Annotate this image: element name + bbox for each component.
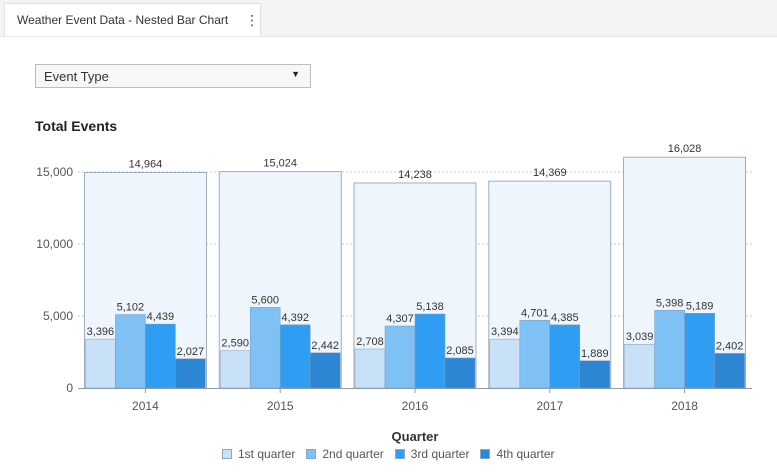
total-data-label: 14,964 [129,159,163,171]
quarter-bar [354,348,386,389]
legend-swatch-q4 [480,449,491,459]
chart-legend: 1st quarter 2nd quarter 3rd quarter 4th … [222,447,566,461]
quarter-bar [249,307,281,389]
nested-bar-chart: 0 5,000 10,000 15,000 14,964 3,3965,1024,439 2… [36,143,752,444]
quarter-data-label: 2,708 [356,336,384,348]
quarter-bar [624,343,655,389]
quarter-data-label: 2,027 [177,346,205,358]
legend-label-q2: 2nd quarter [322,447,384,461]
total-data-label: 16,028 [668,143,702,155]
quarter-data-label: 2,402 [716,340,744,352]
legend-label-q3: 3rd quarter [410,447,470,461]
total-data-label: 15,024 [263,158,297,170]
y-tick-label: 10,000 [36,237,73,251]
legend-label-q1: 1st quarter [238,447,296,461]
quarter-data-label: 4,392 [281,312,309,324]
quarter-bar [309,352,341,389]
quarter-bar [279,324,311,389]
quarter-bar [579,360,611,389]
quarter-data-label: 1,889 [581,348,609,360]
quarter-data-label: 3,394 [491,326,519,338]
quarter-data-label: 2,085 [446,345,474,357]
y-tick-label: 0 [66,381,73,395]
quarter-data-label: 5,398 [656,297,684,309]
quarter-data-label: 4,385 [551,312,579,324]
x-tick-label: 2018 [671,399,698,413]
quarter-data-label: 4,701 [521,307,549,319]
quarter-bar [519,320,551,389]
legend-swatch-q1 [222,449,232,459]
quarter-data-label: 5,600 [251,294,279,306]
legend-swatch-q2 [306,449,317,459]
quarter-bar [414,313,446,389]
quarter-data-label: 5,138 [416,301,444,313]
quarter-data-label: 5,102 [117,302,145,314]
legend-item-q1[interactable]: 1st quarter [222,447,295,461]
y-tick-label: 5,000 [43,309,73,323]
quarter-data-label: 4,439 [147,311,175,323]
quarter-data-label: 3,039 [626,331,654,343]
quarter-bar [85,338,116,389]
x-tick-label: 2015 [267,399,294,413]
legend-item-q3[interactable]: 3rd quarter [394,447,470,461]
quarter-bar [219,350,251,389]
legend-item-q4[interactable]: 4th quarter [480,447,555,461]
quarter-data-label: 2,590 [221,338,249,350]
quarter-bar [115,314,146,389]
x-tick-label: 2017 [536,399,563,413]
quarter-bar [684,313,715,389]
quarter-data-label: 5,189 [686,300,714,312]
x-axis-title: Quarter [392,429,439,444]
y-tick-label: 15,000 [36,165,73,179]
quarter-bar [549,324,581,389]
total-data-label: 14,369 [533,167,567,179]
legend-item-q2[interactable]: 2nd quarter [306,447,384,461]
quarter-data-label: 3,396 [87,326,115,338]
x-tick-label: 2016 [402,399,429,413]
legend-swatch-q3 [394,449,405,459]
quarter-bar [654,310,685,389]
quarter-bar [175,358,206,389]
quarter-data-label: 2,442 [311,340,339,352]
quarter-bar [714,353,745,389]
quarter-data-label: 4,307 [386,313,414,325]
quarter-bar [145,323,176,389]
legend-label-q4: 4th quarter [496,447,555,461]
quarter-bar [444,357,476,389]
quarter-bar [489,338,521,389]
quarter-bar [384,325,416,389]
x-tick-label: 2014 [132,399,159,413]
total-data-label: 14,238 [398,169,432,181]
